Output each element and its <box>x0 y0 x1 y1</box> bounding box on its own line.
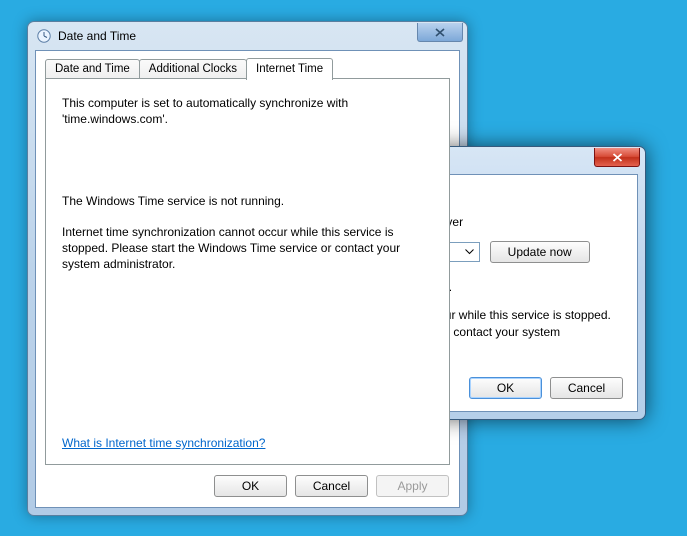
child-button-row: OK Cancel <box>469 377 623 399</box>
parent-titlebar[interactable]: Date and Time <box>28 22 467 50</box>
child-ok-button[interactable]: OK <box>469 377 542 399</box>
child-close-button[interactable] <box>594 148 640 167</box>
date-and-time-window: Date and Time Date and Time Additional C… <box>27 21 468 516</box>
service-error-text: Internet time synchronization cannot occ… <box>62 224 433 273</box>
tab-internet-time[interactable]: Internet Time <box>246 58 333 80</box>
parent-button-row: OK Cancel Apply <box>214 475 449 497</box>
parent-ok-button[interactable]: OK <box>214 475 287 497</box>
chevron-down-icon <box>462 244 477 260</box>
tab-additional-clocks[interactable]: Additional Clocks <box>139 59 247 79</box>
update-now-button[interactable]: Update now <box>490 241 590 263</box>
child-cancel-button[interactable]: Cancel <box>550 377 623 399</box>
parent-title: Date and Time <box>58 29 136 43</box>
close-icon <box>435 28 445 37</box>
internet-time-tabpanel: This computer is set to automatically sy… <box>45 78 450 465</box>
parent-cancel-button[interactable]: Cancel <box>295 475 368 497</box>
help-link[interactable]: What is Internet time synchronization? <box>62 436 265 450</box>
clock-icon <box>36 28 52 44</box>
parent-close-button[interactable] <box>417 23 463 42</box>
tab-date-and-time[interactable]: Date and Time <box>45 59 140 79</box>
parent-apply-button: Apply <box>376 475 449 497</box>
sync-description: This computer is set to automatically sy… <box>62 95 433 127</box>
parent-client-area: Date and Time Additional Clocks Internet… <box>35 50 460 508</box>
tabstrip: Date and Time Additional Clocks Internet… <box>45 58 332 79</box>
close-icon <box>612 153 623 162</box>
service-not-running-text: The Windows Time service is not running. <box>62 193 433 209</box>
